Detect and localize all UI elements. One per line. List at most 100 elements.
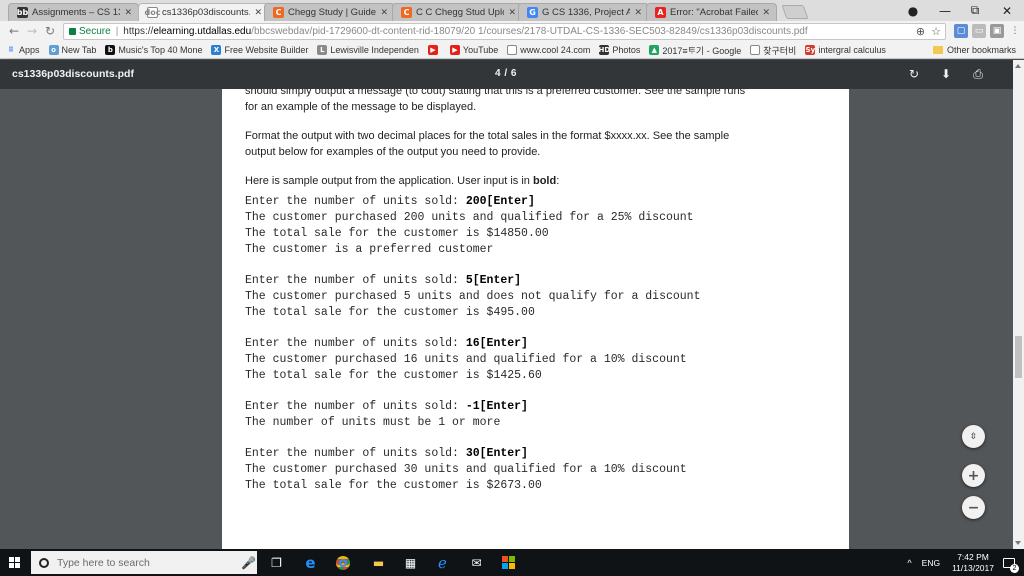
notification-icon[interactable]: 2 [1002,556,1019,573]
bookmark-star-icon[interactable]: ☆ [931,25,941,38]
fit-page-button[interactable]: ⇳ [962,425,985,448]
address-bar[interactable]: Secure | https://elearning.utdallas.edu/… [63,23,946,40]
bookmark-favicon-icon [750,45,761,55]
bookmark-label: Lewisville Independen [330,45,419,55]
bookmarks-bar: ⠿ Apps o New Tab b Music's Top 40 Mone X Free W… [0,42,1024,59]
bookmark-item[interactable]: HD Photos [599,45,640,55]
zoom-icon[interactable]: ⊕ [916,25,925,38]
bookmark-item[interactable]: Sy intergral calculus [805,45,886,55]
paragraph-line: Here is sample output from the applicati… [245,175,560,187]
paragraph-line: should simply output a message (to cout)… [245,89,746,97]
reload-button[interactable]: ↻ [42,23,58,39]
file-explorer-icon[interactable]: ▬ [370,554,387,571]
tab-close-icon[interactable]: ✕ [634,7,642,18]
pdf-viewport[interactable]: should simply output a message (to cout)… [0,89,1013,549]
tab-close-icon[interactable]: ✕ [380,7,388,18]
new-tab-button[interactable] [781,5,809,19]
taskbar: Type here to search 🎤 ❐ e ▬ ▦ ℯ ✉ ^ ENG … [0,549,1024,576]
internet-explorer-icon[interactable]: ℯ [434,554,451,572]
forward-button[interactable]: → [24,23,40,39]
bookmark-label: intergral calculus [818,45,886,55]
scroll-thumb[interactable] [1015,336,1022,378]
tab-close-icon[interactable]: ✕ [124,7,132,18]
user-input: 16[Enter] [465,337,528,350]
clock[interactable]: 7:42 PM 11/13/2017 [952,552,994,574]
tab-title: Error: "Acrobat Failed to [670,7,759,18]
taskbar-search[interactable]: Type here to search [31,551,257,574]
bookmark-item[interactable]: L Lewisville Independen [317,45,419,55]
mail-icon[interactable]: ✉ [468,554,485,571]
tab-title: Chegg Study | Guided So [288,7,377,18]
vertical-scrollbar[interactable] [1013,60,1024,549]
account-icon[interactable]: ● [898,0,928,21]
lock-icon [69,28,76,35]
sample-output-line: The customer purchased 30 units and qual… [245,463,687,476]
tab-favicon-icon: doc [144,7,161,18]
page-indicator[interactable]: 4 / 6 [495,68,517,79]
tab-favicon-icon: G [527,7,538,18]
user-input: 5[Enter] [465,274,522,287]
input-language[interactable]: ENG [922,558,940,568]
user-input: 200[Enter] [465,195,535,208]
sample-output-line: The total sale for the customer is $495.… [245,306,535,319]
bookmark-favicon-icon: ▶ [449,45,460,55]
extension-icon[interactable]: ▭ [972,24,986,38]
cortana-icon [39,557,49,568]
scroll-down-icon[interactable] [1015,541,1021,545]
back-button[interactable]: ← [6,23,22,39]
chrome-icon[interactable] [334,554,351,571]
task-view-icon[interactable]: ❐ [268,554,285,571]
tab-close-icon[interactable]: ✕ [254,7,262,18]
other-bookmarks[interactable]: Other bookmarks [932,45,1016,55]
tray-overflow-icon[interactable]: ^ [907,558,911,568]
tab-favicon-icon: C [273,7,284,18]
bookmark-label: Photos [612,45,641,55]
bookmark-item[interactable]: X Free Website Builder [211,45,308,55]
tab-strip: bbAssignments – CS 1336.5✕doccs1336p03di… [0,0,1024,21]
bookmark-item[interactable]: ▶ [427,45,441,55]
rotate-icon[interactable]: ↻ [906,66,922,82]
download-icon[interactable]: ⬇ [938,66,954,82]
sample-prompt-line: Enter the number of units sold: 30[Enter… [245,447,528,460]
start-button[interactable] [0,549,28,576]
tab-title: Assignments – CS 1336.5 [32,7,120,18]
microphone-icon[interactable]: 🎤 [240,554,257,571]
browser-tab[interactable]: bbAssignments – CS 1336.5 ✕ [8,3,139,21]
browser-tab[interactable]: C C C Chegg Stud Upload q ✕ [392,3,523,21]
office-icon[interactable] [500,554,517,571]
restore-button[interactable]: ⧉ [960,0,990,21]
bookmark-item[interactable]: o New Tab [48,45,96,55]
print-icon[interactable]: ⎙ [970,66,986,82]
tab-close-icon[interactable]: ✕ [762,7,770,18]
bookmark-label: 2017≡ᄐᆞ기 - Google [662,45,742,56]
scroll-up-icon[interactable] [1015,64,1021,68]
bookmark-item[interactable]: ▲ 2017≡ᄐᆞ기 - Google [649,44,741,57]
secure-indicator[interactable]: Secure [69,26,111,37]
tab-close-icon[interactable]: ✕ [508,7,516,18]
menu-icon[interactable]: ⋮ [1008,24,1022,38]
bookmark-item[interactable]: 찾구터비 [750,44,796,57]
tab-title: G CS 1336, Project Assignm [542,7,630,18]
bookmark-label: YouTube [462,45,499,55]
sample-output-line: The customer purchased 16 units and qual… [245,353,687,366]
extension-icon[interactable]: ▢ [954,24,968,38]
tab-title: cs1336p03discounts.pdf [162,7,251,18]
bookmark-item[interactable]: www.cool 24.com [507,45,590,55]
close-window-button[interactable]: ✕ [992,0,1022,21]
zoom-out-button[interactable]: − [962,496,985,519]
zoom-in-button[interactable]: + [962,464,985,487]
minimize-button[interactable]: — [930,0,960,21]
browser-tab[interactable]: G G CS 1336, Project Assignm ✕ [518,3,649,21]
edge-icon[interactable]: e [302,554,319,572]
browser-tab[interactable]: A Error: "Acrobat Failed to✕ [646,3,777,21]
bookmark-item[interactable]: ⠿ Apps [6,45,39,55]
browser-tab[interactable]: doccs1336p03discounts.pdf✕ [138,3,269,21]
bookmark-item[interactable]: ▶ YouTube [449,45,499,55]
browser-tab[interactable]: C Chegg Study | Guided So✕ [264,3,395,21]
extension-icon[interactable]: ▣ [990,24,1004,38]
windows-icon [8,557,20,568]
bookmark-item[interactable]: b Music's Top 40 Mone [105,45,202,55]
store-icon[interactable]: ▦ [402,554,419,571]
bookmark-label: www.cool 24.com [520,45,591,55]
sample-prompt-line: Enter the number of units sold: -1[Enter… [245,400,528,413]
